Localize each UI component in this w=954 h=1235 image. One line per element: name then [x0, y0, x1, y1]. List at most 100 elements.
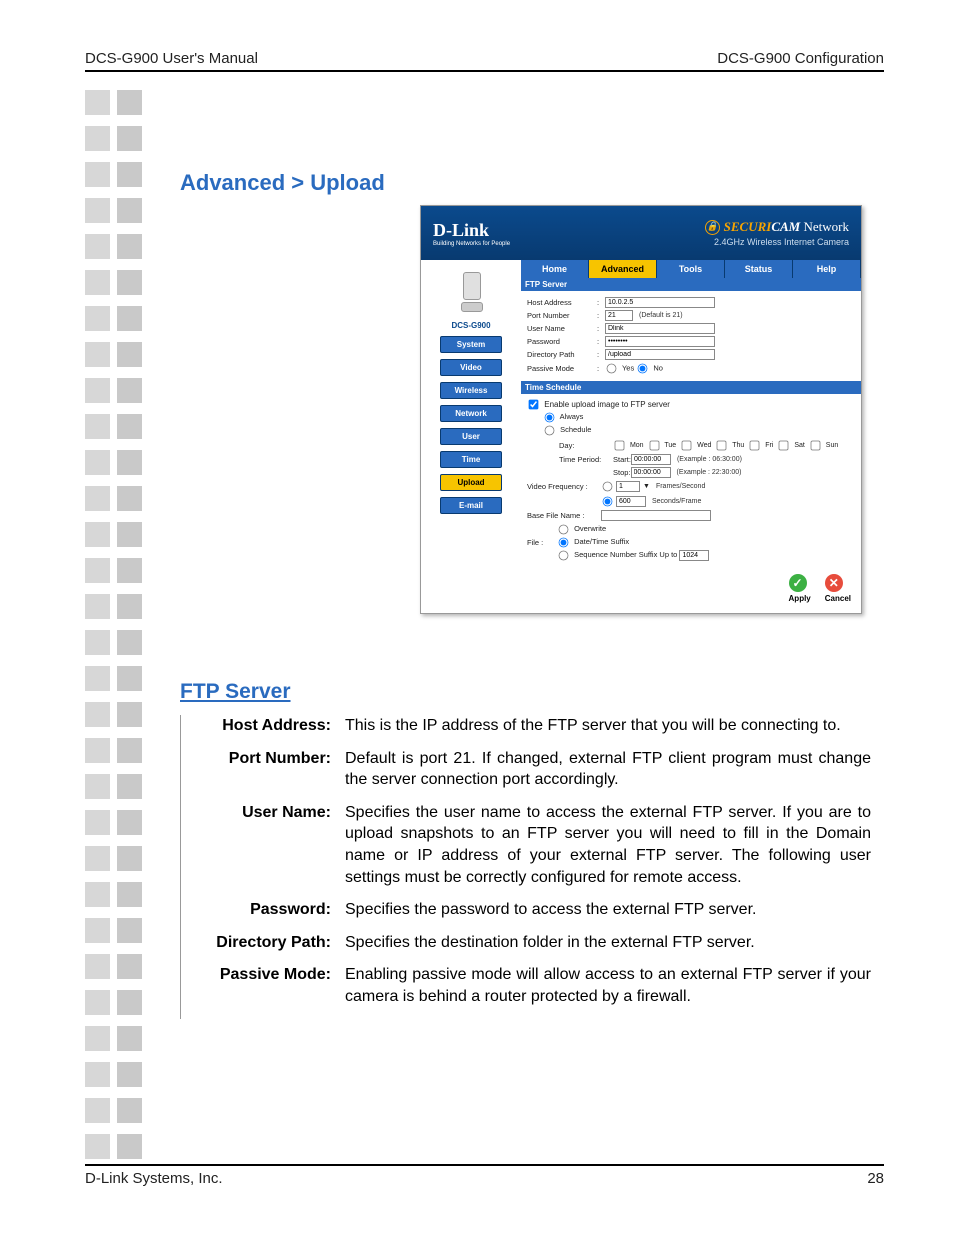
definition-row: Port Number:Default is port 21. If chang…	[181, 748, 871, 791]
base-file-label: Base File Name :	[527, 511, 601, 520]
day-tue[interactable]: Tue	[648, 442, 677, 449]
definition-description: Enabling passive mode will allow access …	[345, 964, 871, 1007]
base-file-input[interactable]	[601, 510, 711, 521]
time-period-label: Time Period:	[559, 455, 613, 464]
vf-spf-input[interactable]	[616, 496, 646, 507]
tab-bar: HomeAdvancedToolsStatusHelp	[521, 260, 861, 278]
decorative-sidebar: for(let i=0;i<30;i++)document.write('<di…	[85, 90, 142, 1170]
nav-buttons: System Video Wireless Network User Time Upload…	[426, 336, 516, 514]
ftp-section-header: FTP Server	[521, 278, 861, 291]
stop-input[interactable]	[631, 467, 671, 478]
file-datetime-radio[interactable]: Date/Time Suffix	[557, 537, 629, 546]
passive-yes[interactable]: Yes	[605, 362, 634, 375]
nav-wireless[interactable]: Wireless	[440, 382, 502, 399]
definition-description: Default is port 21. If changed, external…	[345, 748, 871, 791]
nav-time[interactable]: Time	[440, 451, 502, 468]
password-input[interactable]	[605, 336, 715, 347]
definition-row: User Name:Specifies the user name to acc…	[181, 802, 871, 888]
stop-label: Stop:	[613, 468, 631, 477]
stop-hint: (Example : 22:30:00)	[677, 469, 742, 476]
tab-help[interactable]: Help	[793, 260, 861, 278]
ftp-server-heading: FTP Server	[180, 680, 291, 704]
camera-icon	[451, 268, 491, 318]
lock-icon: 🔒	[705, 220, 720, 235]
apply-button[interactable]: ✓ Apply	[789, 574, 811, 603]
definition-term: Passive Mode:	[181, 964, 345, 1007]
vf-fps-unit: Frames/Second	[656, 483, 705, 490]
nav-system[interactable]: System	[440, 336, 502, 353]
vf-fps-input[interactable]	[616, 481, 640, 492]
directory-input[interactable]	[605, 349, 715, 360]
tab-tools[interactable]: Tools	[657, 260, 725, 278]
page-title: Advanced > Upload	[180, 170, 385, 196]
always-radio[interactable]: Always	[543, 412, 583, 421]
vf-spf-radio[interactable]	[601, 495, 616, 508]
nav-upload[interactable]: Upload	[440, 474, 502, 491]
cancel-button[interactable]: ✕ Cancel	[825, 574, 851, 603]
directory-label: Directory Path	[527, 350, 597, 359]
nav-video[interactable]: Video	[440, 359, 502, 376]
camera-subtitle: 2.4GHz Wireless Internet Camera	[705, 237, 849, 247]
securicam-brand: 🔒SECURICAM Network	[705, 219, 849, 236]
definition-row: Directory Path:Specifies the destination…	[181, 932, 871, 954]
day-label: Day:	[559, 441, 613, 450]
tab-home[interactable]: Home	[521, 260, 589, 278]
start-input[interactable]	[631, 454, 671, 465]
header-left: DCS-G900 User's Manual	[85, 50, 258, 67]
file-label: File :	[527, 538, 557, 547]
start-hint: (Example : 06:30:00)	[677, 456, 742, 463]
time-schedule-header: Time Schedule	[521, 381, 861, 394]
day-wed[interactable]: Wed	[680, 442, 711, 449]
start-label: Start:	[613, 455, 631, 464]
day-fri[interactable]: Fri	[748, 442, 773, 449]
port-number-label: Port Number	[527, 311, 597, 320]
definition-term: Port Number:	[181, 748, 345, 791]
definition-term: User Name:	[181, 802, 345, 888]
dlink-logo: D-Link	[433, 220, 489, 240]
password-label: Password	[527, 337, 597, 346]
user-name-label: User Name	[527, 324, 597, 333]
definition-term: Password:	[181, 899, 345, 921]
definition-description: Specifies the destination folder in the …	[345, 932, 871, 954]
banner: D-Link Building Networks for People 🔒SEC…	[421, 206, 861, 260]
port-number-input[interactable]	[605, 310, 633, 321]
nav-e-mail[interactable]: E-mail	[440, 497, 502, 514]
day-sat[interactable]: Sat	[777, 442, 804, 449]
video-frequency-label: Video Frequency :	[527, 482, 601, 491]
definition-description: Specifies the user name to access the ex…	[345, 802, 871, 888]
user-name-input[interactable]	[605, 323, 715, 334]
passive-mode-label: Passive Mode	[527, 364, 597, 373]
passive-no[interactable]: No	[636, 362, 663, 375]
day-checkboxes: Mon Tue Wed Thu Fri Sat Sun	[613, 439, 842, 452]
dlink-tagline: Building Networks for People	[433, 241, 510, 247]
enable-upload-checkbox[interactable]: Enable upload image to FTP server	[527, 400, 670, 409]
seq-input[interactable]	[679, 550, 709, 561]
definition-row: Password:Specifies the password to acces…	[181, 899, 871, 921]
day-mon[interactable]: Mon	[613, 442, 644, 449]
day-thu[interactable]: Thu	[715, 442, 744, 449]
day-sun[interactable]: Sun	[809, 442, 838, 449]
schedule-radio[interactable]: Schedule	[543, 425, 591, 434]
tab-status[interactable]: Status	[725, 260, 793, 278]
page-footer: D-Link Systems, Inc. 28	[85, 1164, 884, 1187]
page-header: DCS-G900 User's Manual DCS-G900 Configur…	[85, 50, 884, 72]
nav-network[interactable]: Network	[440, 405, 502, 422]
file-overwrite-radio[interactable]: Overwrite	[557, 524, 606, 533]
footer-page-number: 28	[867, 1170, 884, 1187]
header-right: DCS-G900 Configuration	[717, 50, 884, 67]
file-sequence-radio[interactable]: Sequence Number Suffix Up to	[557, 550, 677, 559]
definition-row: Passive Mode:Enabling passive mode will …	[181, 964, 871, 1007]
tab-advanced[interactable]: Advanced	[589, 260, 657, 278]
host-address-input[interactable]	[605, 297, 715, 308]
main-panel: HomeAdvancedToolsStatusHelp FTP Server H…	[521, 260, 861, 613]
definition-term: Host Address:	[181, 715, 345, 737]
nav-user[interactable]: User	[440, 428, 502, 445]
definition-description: Specifies the password to access the ext…	[345, 899, 871, 921]
config-screenshot: D-Link Building Networks for People 🔒SEC…	[420, 205, 862, 614]
definition-row: Host Address:This is the IP address of t…	[181, 715, 871, 737]
vf-fps-radio[interactable]	[601, 480, 616, 493]
host-address-label: Host Address	[527, 298, 597, 307]
x-icon: ✕	[825, 574, 843, 592]
model-label: DCS-G900	[426, 321, 516, 330]
vf-spf-unit: Seconds/Frame	[652, 498, 701, 505]
